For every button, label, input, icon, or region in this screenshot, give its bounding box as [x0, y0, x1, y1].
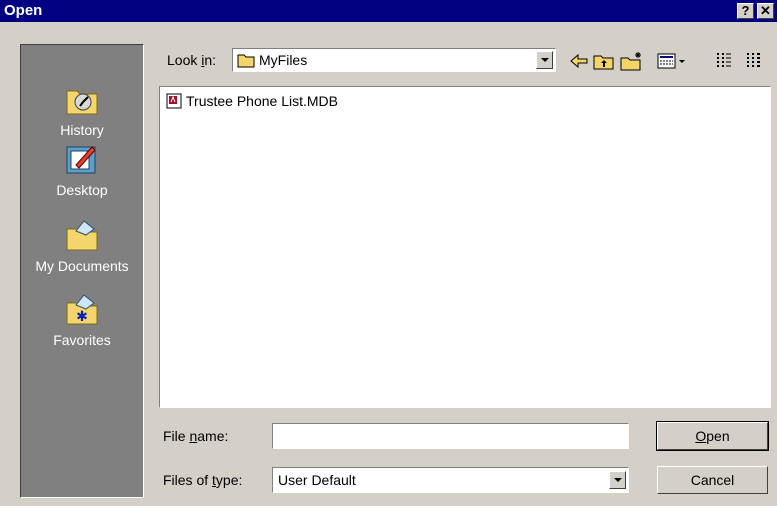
look-in-dropdown[interactable]: MyFiles [232, 48, 556, 72]
svg-text:✱: ✱ [76, 309, 88, 325]
list-item[interactable]: Trustee Phone List.MDB [166, 93, 338, 109]
file-name-input[interactable] [272, 423, 629, 449]
place-label: History [60, 122, 104, 138]
place-label: My Documents [35, 258, 129, 274]
favorites-icon: ✱ [66, 294, 98, 325]
file-name-label: File name: [163, 428, 229, 444]
my-documents-icon [66, 220, 98, 251]
close-button[interactable]: ✕ [757, 3, 774, 19]
back-icon[interactable] [569, 51, 589, 71]
place-history[interactable]: History [21, 81, 143, 138]
place-label: Favorites [53, 332, 111, 348]
access-db-icon [166, 93, 182, 109]
cancel-button[interactable]: Cancel [657, 466, 768, 494]
help-button[interactable]: ? [737, 3, 754, 19]
look-in-dropdown-button[interactable] [536, 51, 553, 69]
history-icon [66, 90, 98, 115]
places-bar: History Desktop My Documents ✱ Favorites [20, 44, 144, 498]
desktop-icon [66, 146, 96, 174]
look-in-value: MyFiles [259, 52, 308, 68]
file-name: Trustee Phone List.MDB [186, 93, 338, 109]
window-title: Open [4, 2, 43, 19]
up-folder-icon[interactable] [593, 51, 615, 71]
look-in-label: Look in: [167, 52, 217, 68]
views-icon[interactable] [657, 51, 687, 71]
files-of-type-dropdown-button[interactable] [609, 471, 626, 489]
open-button[interactable]: Open [656, 421, 769, 451]
place-my-documents[interactable]: My Documents [21, 217, 143, 274]
files-of-type-dropdown[interactable]: User Default [272, 467, 629, 493]
files-of-type-label: Files of type: [163, 472, 243, 488]
details-view-icon[interactable] [744, 51, 766, 71]
place-label: Desktop [56, 182, 108, 198]
place-favorites[interactable]: ✱ Favorites [21, 291, 143, 348]
title-bar[interactable]: Open ? ✕ [0, 0, 777, 22]
new-folder-icon[interactable] [620, 51, 644, 71]
file-list[interactable]: Trustee Phone List.MDB [159, 86, 771, 408]
files-of-type-value: User Default [278, 472, 356, 488]
place-desktop[interactable]: Desktop [21, 141, 143, 198]
folder-icon [237, 54, 255, 68]
list-view-icon[interactable] [714, 51, 734, 71]
